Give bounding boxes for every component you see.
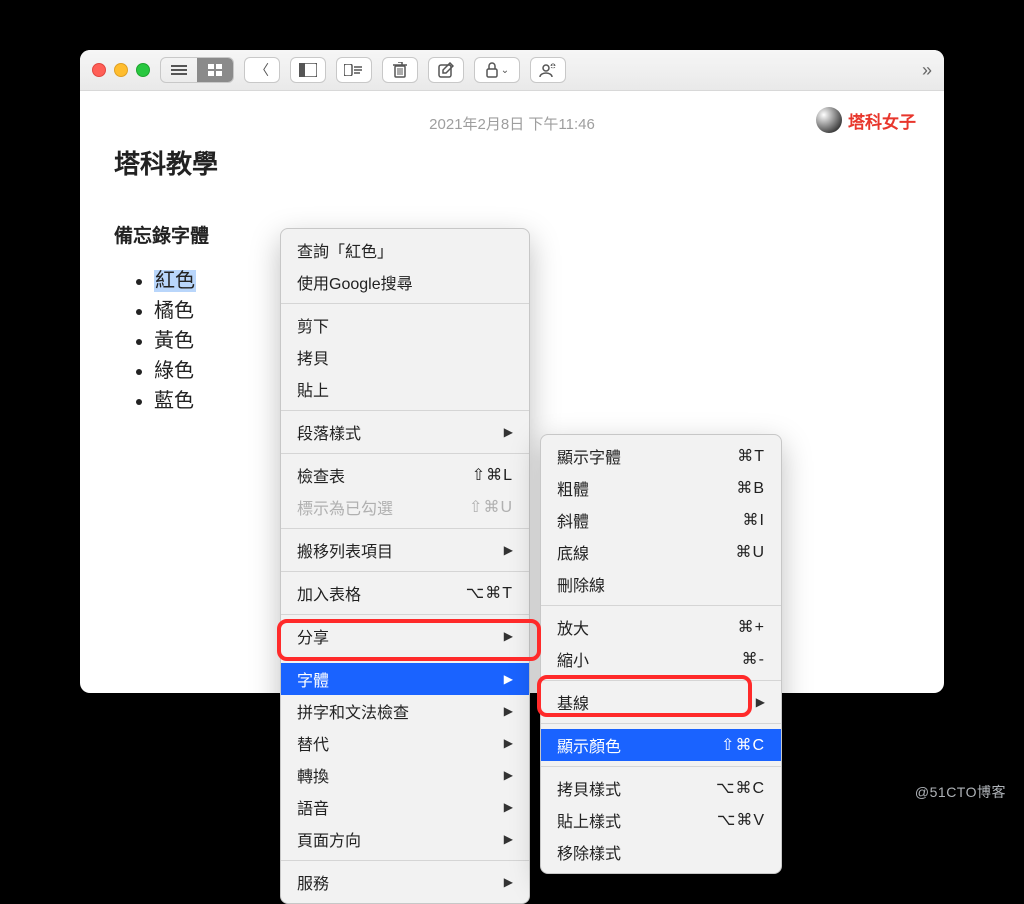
minimize-window-button[interactable]: [114, 63, 128, 77]
chevron-right-icon: ▶: [504, 672, 513, 686]
menu-google-search[interactable]: 使用Google搜尋: [281, 266, 529, 298]
menu-services[interactable]: 服務▶: [281, 866, 529, 898]
page-watermark: @51CTO博客: [915, 782, 1006, 802]
brand-watermark: 塔科女子: [816, 107, 916, 133]
submenu-underline[interactable]: 底線⌘U: [541, 536, 781, 568]
chevron-right-icon: ▶: [504, 768, 513, 782]
chevron-right-icon: ▶: [504, 875, 513, 889]
trash-icon[interactable]: [382, 57, 418, 83]
menu-transform[interactable]: 轉換▶: [281, 759, 529, 791]
chevron-right-icon: ▶: [504, 629, 513, 643]
submenu-bold[interactable]: 粗體⌘B: [541, 472, 781, 504]
submenu-bigger[interactable]: 放大⌘+: [541, 611, 781, 643]
menu-spellcheck[interactable]: 拼字和文法檢查▶: [281, 695, 529, 727]
menu-add-table[interactable]: 加入表格⌥⌘T: [281, 577, 529, 609]
grid-view-icon[interactable]: [197, 58, 233, 82]
chevron-right-icon: ▶: [504, 704, 513, 718]
chevron-right-icon: ▶: [504, 425, 513, 439]
overflow-icon[interactable]: »: [922, 60, 932, 81]
view-toggle[interactable]: [160, 57, 234, 83]
menu-paste[interactable]: 貼上: [281, 373, 529, 405]
menu-page-direction[interactable]: 頁面方向▶: [281, 823, 529, 855]
note-timestamp: 2021年2月8日 下午11:46: [114, 113, 910, 134]
lock-icon[interactable]: ⌄: [474, 57, 520, 83]
submenu-show-fonts[interactable]: 顯示字體⌘T: [541, 440, 781, 472]
window-controls: [92, 63, 150, 77]
chevron-right-icon: ▶: [756, 695, 765, 709]
submenu-paste-style[interactable]: 貼上樣式⌥⌘V: [541, 804, 781, 836]
selected-text[interactable]: 紅色: [154, 270, 196, 292]
menu-lookup[interactable]: 查詢「紅色」: [281, 234, 529, 266]
font-submenu[interactable]: 顯示字體⌘T 粗體⌘B 斜體⌘I 底線⌘U 刪除線 放大⌘+ 縮小⌘- 基線▶ …: [540, 434, 782, 874]
list-item[interactable]: 綠色: [154, 356, 910, 386]
close-window-button[interactable]: [92, 63, 106, 77]
submenu-show-colors[interactable]: 顯示顏色⇧⌘C: [541, 729, 781, 761]
menu-copy[interactable]: 拷貝: [281, 341, 529, 373]
list-view-icon[interactable]: [161, 58, 197, 82]
list-item[interactable]: 橘色: [154, 296, 910, 326]
submenu-remove-style[interactable]: 移除樣式: [541, 836, 781, 868]
menu-share[interactable]: 分享▶: [281, 620, 529, 652]
menu-cut[interactable]: 剪下: [281, 309, 529, 341]
chevron-right-icon: ▶: [504, 543, 513, 557]
list-item[interactable]: 紅色: [154, 266, 910, 296]
maximize-window-button[interactable]: [136, 63, 150, 77]
menu-speech[interactable]: 語音▶: [281, 791, 529, 823]
list-item[interactable]: 黃色: [154, 326, 910, 356]
note-title[interactable]: 塔科教學: [114, 144, 910, 181]
submenu-strike[interactable]: 刪除線: [541, 568, 781, 600]
menu-font[interactable]: 字體▶: [281, 663, 529, 695]
submenu-baseline[interactable]: 基線▶: [541, 686, 781, 718]
menu-checklist[interactable]: 檢查表⇧⌘L: [281, 459, 529, 491]
attachments-icon[interactable]: [336, 57, 372, 83]
window-titlebar: 〈 ⌄ »: [80, 50, 944, 91]
sidebar-toggle-icon[interactable]: [290, 57, 326, 83]
menu-mark-checked: 標示為已勾選⇧⌘U: [281, 491, 529, 523]
collaborate-icon[interactable]: [530, 57, 566, 83]
chevron-right-icon: ▶: [504, 832, 513, 846]
submenu-italic[interactable]: 斜體⌘I: [541, 504, 781, 536]
submenu-copy-style[interactable]: 拷貝樣式⌥⌘C: [541, 772, 781, 804]
chevron-right-icon: ▶: [504, 736, 513, 750]
menu-paragraph-style[interactable]: 段落樣式▶: [281, 416, 529, 448]
menu-substitute[interactable]: 替代▶: [281, 727, 529, 759]
compose-icon[interactable]: [428, 57, 464, 83]
submenu-smaller[interactable]: 縮小⌘-: [541, 643, 781, 675]
back-button[interactable]: 〈: [244, 57, 280, 83]
list-item[interactable]: 藍色: [154, 386, 910, 416]
brand-logo-icon: [816, 107, 842, 133]
context-menu[interactable]: 查詢「紅色」 使用Google搜尋 剪下 拷貝 貼上 段落樣式▶ 檢查表⇧⌘L …: [280, 228, 530, 904]
menu-move-list-item[interactable]: 搬移列表項目▶: [281, 534, 529, 566]
